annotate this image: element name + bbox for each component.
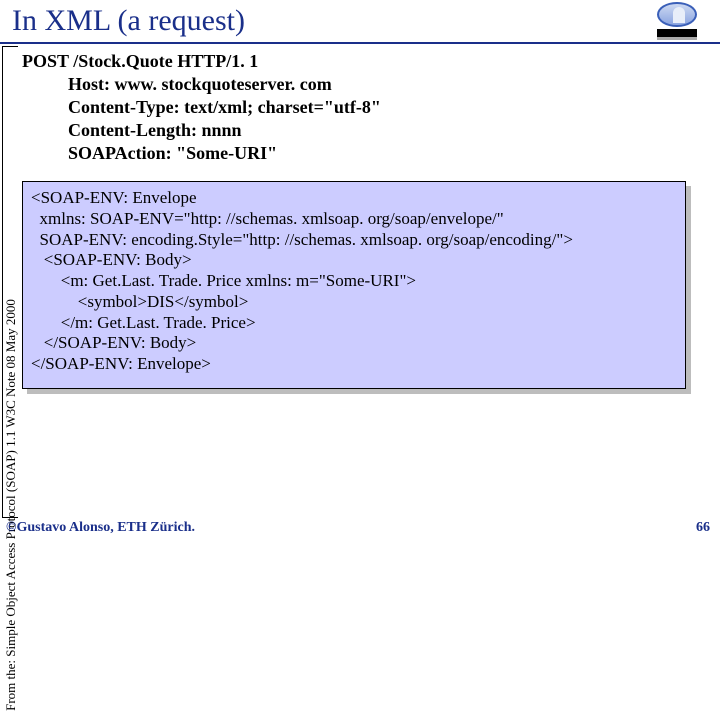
- http-header-line: SOAPAction: "Some-URI": [22, 142, 710, 165]
- xml-line: <SOAP-ENV: Body>: [31, 250, 677, 271]
- xml-line: <m: Get.Last. Trade. Price xmlns: m="Som…: [31, 271, 677, 292]
- xml-line: SOAP-ENV: encoding.Style="http: //schema…: [31, 230, 677, 251]
- xml-line: </SOAP-ENV: Envelope>: [31, 354, 677, 375]
- footer-page-number: 66: [696, 520, 710, 536]
- xml-line: </m: Get.Last. Trade. Price>: [31, 313, 677, 334]
- xml-line: <symbol>DIS</symbol>: [31, 292, 677, 313]
- eth-logo: [642, 2, 712, 38]
- slide-footer: ©Gustavo Alonso, ETH Zürich. 66: [0, 518, 720, 540]
- http-header-line: Host: www. stockquoteserver. com: [22, 73, 710, 96]
- http-request-block: POST /Stock.Quote HTTP/1. 1 Host: www. s…: [22, 50, 710, 165]
- xml-line: <SOAP-ENV: Envelope: [31, 188, 677, 209]
- xml-body-panel: <SOAP-ENV: Envelope xmlns: SOAP-ENV="htt…: [22, 181, 686, 389]
- slide-header: In XML (a request): [0, 0, 720, 44]
- slide-content: POST /Stock.Quote HTTP/1. 1 Host: www. s…: [22, 50, 710, 389]
- side-citation-box: From the: Simple Object Access Protocol …: [2, 46, 18, 518]
- eth-logo-dome: [673, 7, 685, 23]
- eth-logo-text: [657, 29, 697, 38]
- side-citation-text: From the: Simple Object Access Protocol …: [3, 299, 19, 711]
- http-header-line: Content-Type: text/xml; charset="utf-8": [22, 96, 710, 119]
- xml-line: </SOAP-ENV: Body>: [31, 333, 677, 354]
- eth-logo-oval: [657, 2, 697, 27]
- http-request-line: POST /Stock.Quote HTTP/1. 1: [22, 50, 710, 73]
- xml-line: xmlns: SOAP-ENV="http: //schemas. xmlsoa…: [31, 209, 677, 230]
- footer-author: ©Gustavo Alonso, ETH Zürich.: [6, 520, 195, 536]
- page-title: In XML (a request): [0, 0, 720, 38]
- xml-panel-container: <SOAP-ENV: Envelope xmlns: SOAP-ENV="htt…: [22, 181, 710, 389]
- http-header-line: Content-Length: nnnn: [22, 119, 710, 142]
